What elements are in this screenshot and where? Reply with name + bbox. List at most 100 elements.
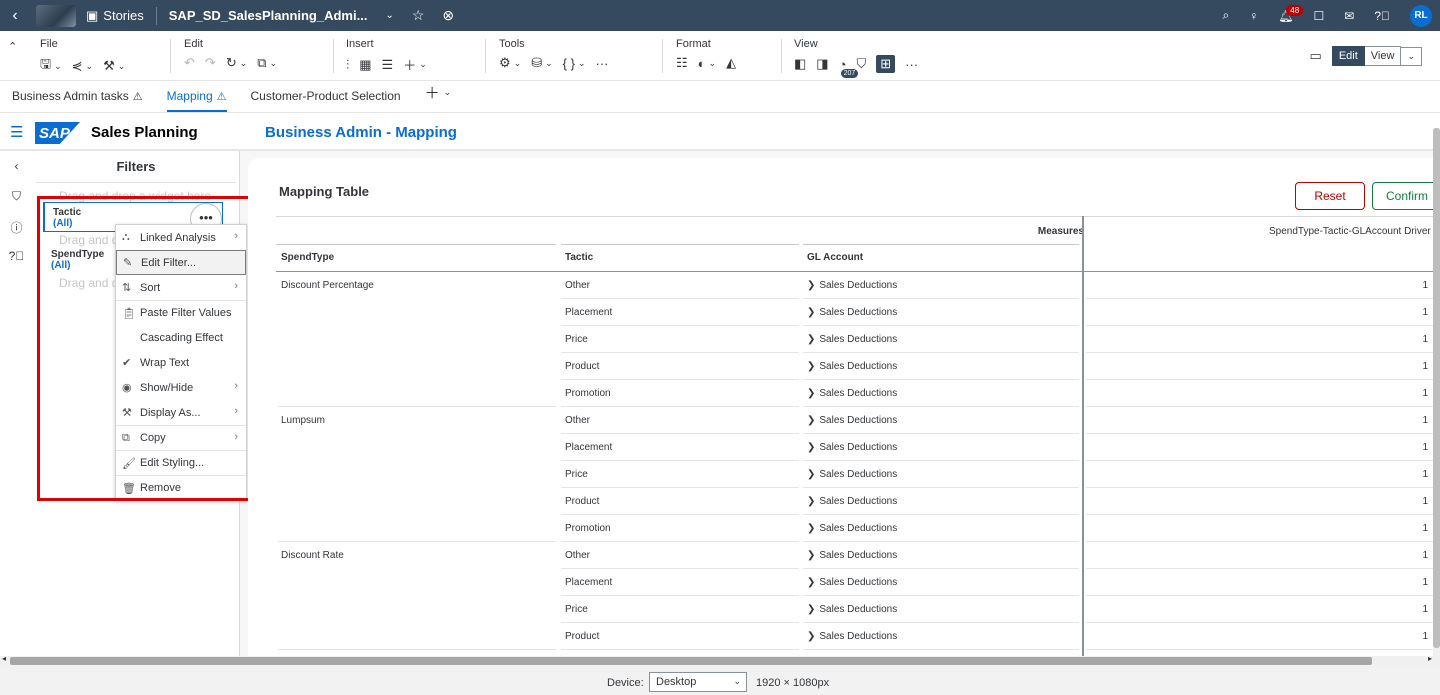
cell-spendtype[interactable]: Lumpsum: [278, 407, 556, 434]
cell-gl-account[interactable]: ❯ Sales Deductions: [803, 299, 1079, 326]
cell-tactic[interactable]: Product: [561, 623, 799, 650]
chevron-right-icon[interactable]: ❯: [807, 388, 815, 399]
chevron-right-icon[interactable]: ❯: [807, 307, 815, 318]
cell-spendtype[interactable]: [278, 353, 556, 380]
cell-driver-value[interactable]: 1: [1086, 596, 1433, 623]
chevron-right-icon[interactable]: ❯: [807, 631, 815, 642]
fill-icon[interactable]: ◭: [726, 55, 736, 71]
help-icon[interactable]: ?⃝: [1374, 9, 1390, 23]
cell-spendtype[interactable]: [278, 380, 556, 407]
notifications-icon[interactable]: 🔔︎ 48: [1278, 4, 1304, 23]
right-panel-icon[interactable]: ◨: [816, 56, 828, 72]
refresh-icon[interactable]: ↻: [226, 55, 237, 71]
cell-spendtype[interactable]: [278, 488, 556, 515]
cell-driver-value[interactable]: 1: [1086, 488, 1433, 515]
chevron-right-icon[interactable]: ❯: [807, 361, 815, 372]
cell-spendtype[interactable]: [278, 623, 556, 650]
chevron-right-icon[interactable]: ❯: [807, 523, 815, 534]
tab-business-admin-tasks[interactable]: Business Admin tasks ⚠: [0, 89, 155, 112]
format-icon[interactable]: ☷: [676, 55, 688, 71]
search-icon[interactable]: ⌕: [1223, 8, 1230, 23]
tools-wrench-icon[interactable]: ⚒︎: [103, 58, 115, 74]
more-tools-icon[interactable]: ···: [596, 56, 609, 71]
cell-driver-value[interactable]: 1: [1086, 434, 1433, 461]
filter-icon[interactable]: ⛉: [0, 189, 33, 211]
cell-tactic[interactable]: Placement: [561, 434, 799, 461]
feedback-icon[interactable]: ✉: [1344, 9, 1354, 23]
chart-icon[interactable]: ⫶: [346, 57, 349, 73]
cell-spendtype[interactable]: [278, 515, 556, 542]
device-select[interactable]: Desktop ⌄: [649, 672, 747, 692]
chevron-right-icon[interactable]: ❯: [807, 415, 815, 426]
cell-gl-account[interactable]: ❯ Sales Deductions: [803, 623, 1079, 650]
cell-gl-account[interactable]: ❯ Sales Deductions: [803, 434, 1079, 461]
cell-gl-account[interactable]: ❯ Sales Deductions: [803, 407, 1079, 434]
cell-driver-value[interactable]: 1: [1086, 272, 1433, 299]
monitor-icon[interactable]: ▭: [1310, 48, 1322, 64]
cell-driver-value[interactable]: 1: [1086, 353, 1433, 380]
view-mode-button[interactable]: View: [1364, 46, 1402, 66]
share-icon[interactable]: ⋞: [72, 58, 83, 74]
vertical-scrollbar[interactable]: [1433, 128, 1440, 656]
cell-driver-value[interactable]: 1: [1086, 326, 1433, 353]
chat-icon[interactable]: ☐: [1313, 9, 1324, 23]
cell-tactic[interactable]: Price: [561, 326, 799, 353]
cell-gl-account[interactable]: ❯ Sales Deductions: [803, 596, 1079, 623]
reset-button[interactable]: Reset: [1295, 182, 1365, 210]
cell-gl-account[interactable]: ❯ Sales Deductions: [803, 461, 1079, 488]
stories-link[interactable]: ▣ Stories: [86, 8, 144, 24]
scroll-right-icon[interactable]: ▸: [1428, 654, 1432, 663]
cell-tactic[interactable]: Placement: [561, 299, 799, 326]
script-icon[interactable]: { }: [563, 56, 575, 71]
cell-driver-value[interactable]: 1: [1086, 623, 1433, 650]
cell-driver-value[interactable]: 1: [1086, 461, 1433, 488]
column-header-tactic[interactable]: Tactic: [565, 252, 593, 263]
cell-spendtype[interactable]: Discount Percentage: [278, 272, 556, 299]
avatar[interactable]: RL: [1410, 4, 1432, 27]
cell-driver-value[interactable]: 1: [1086, 299, 1433, 326]
scrollbar-thumb[interactable]: [10, 657, 1372, 665]
chevron-right-icon[interactable]: ❯: [807, 577, 815, 588]
cell-gl-account[interactable]: ❯ Sales Deductions: [803, 272, 1079, 299]
performance-icon[interactable]: ◔ 207: [839, 57, 859, 78]
chevron-right-icon[interactable]: ❯: [807, 604, 815, 615]
column-header-gl-account[interactable]: GL Account: [807, 252, 863, 263]
cell-spendtype[interactable]: [278, 434, 556, 461]
cell-tactic[interactable]: Price: [561, 596, 799, 623]
input-control-icon[interactable]: ☰: [382, 57, 394, 73]
redo-icon[interactable]: ↷: [205, 55, 216, 71]
close-circle-icon[interactable]: ⊗: [442, 7, 454, 24]
star-icon[interactable]: ☆: [412, 7, 425, 24]
chevron-right-icon[interactable]: ❯: [807, 442, 815, 453]
cell-tactic[interactable]: Product: [561, 353, 799, 380]
back-icon[interactable]: ‹: [0, 7, 30, 25]
cell-gl-account[interactable]: ❯ Sales Deductions: [803, 326, 1079, 353]
chevron-down-icon[interactable]: ⌄: [1401, 46, 1422, 66]
smart-insights-icon[interactable]: ⚙: [499, 55, 511, 71]
palette-icon[interactable]: ◐: [698, 56, 706, 71]
horizontal-scrollbar[interactable]: ◂ ▸: [0, 654, 1440, 665]
cell-driver-value[interactable]: 1: [1086, 380, 1433, 407]
cell-tactic[interactable]: Other: [561, 542, 799, 569]
cell-spendtype[interactable]: Discount Rate: [278, 542, 556, 569]
chevron-right-icon[interactable]: ❯: [807, 496, 815, 507]
cell-driver-value[interactable]: 1: [1086, 515, 1433, 542]
tab-customer-product-selection[interactable]: Customer-Product Selection: [239, 89, 413, 112]
filter-icon[interactable]: ⛉: [856, 56, 866, 72]
cell-driver-value[interactable]: 1: [1086, 569, 1433, 596]
data-action-icon[interactable]: ⛁: [531, 55, 542, 71]
chevron-right-icon[interactable]: ❯: [807, 280, 815, 291]
cell-tactic[interactable]: Promotion: [561, 380, 799, 407]
cell-spendtype[interactable]: [278, 299, 556, 326]
scrollbar-thumb[interactable]: [1433, 128, 1440, 648]
chevron-right-icon[interactable]: ❯: [807, 334, 815, 345]
edit-mode-button[interactable]: Edit: [1331, 46, 1365, 66]
cell-driver-value[interactable]: 1: [1086, 407, 1433, 434]
info-icon[interactable]: ⓘ: [0, 219, 33, 241]
cell-tactic[interactable]: Promotion: [561, 515, 799, 542]
add-icon[interactable]: ＋: [403, 55, 416, 74]
cell-spendtype[interactable]: [278, 569, 556, 596]
save-icon[interactable]: 🖫︎: [40, 55, 51, 77]
cell-tactic[interactable]: Price: [561, 461, 799, 488]
lightbulb-icon[interactable]: ♀: [1249, 9, 1258, 23]
